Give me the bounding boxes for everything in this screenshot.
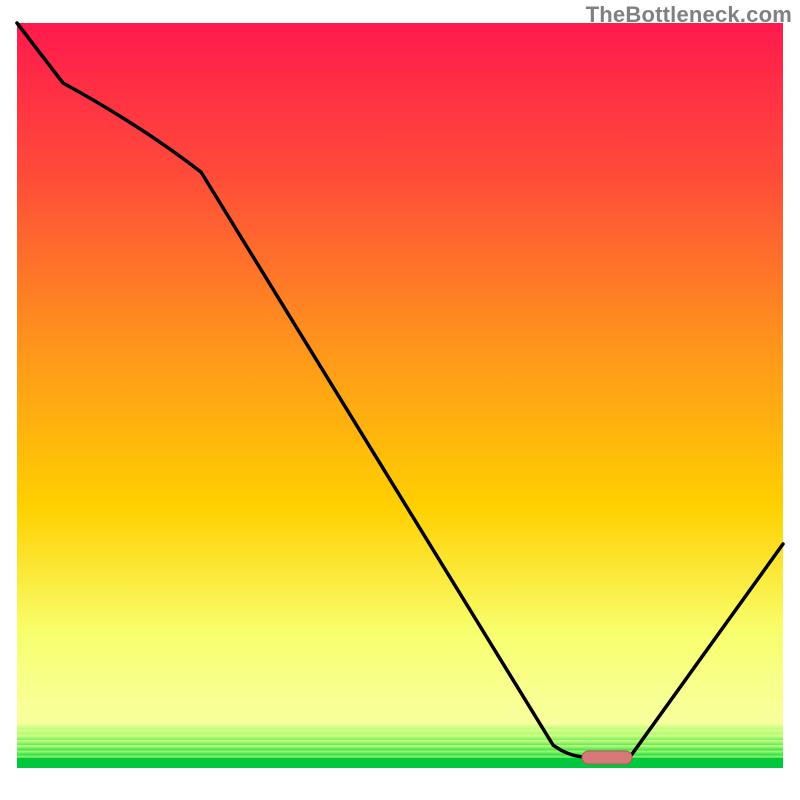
- current-config-marker: [582, 751, 632, 764]
- chart-svg: [0, 0, 800, 800]
- plot-area: [17, 23, 783, 768]
- bottleneck-chart: TheBottleneck.com: [0, 0, 800, 800]
- gradient-background: [17, 23, 783, 768]
- watermark-text: TheBottleneck.com: [586, 2, 792, 28]
- green-solid-strip: [17, 758, 783, 768]
